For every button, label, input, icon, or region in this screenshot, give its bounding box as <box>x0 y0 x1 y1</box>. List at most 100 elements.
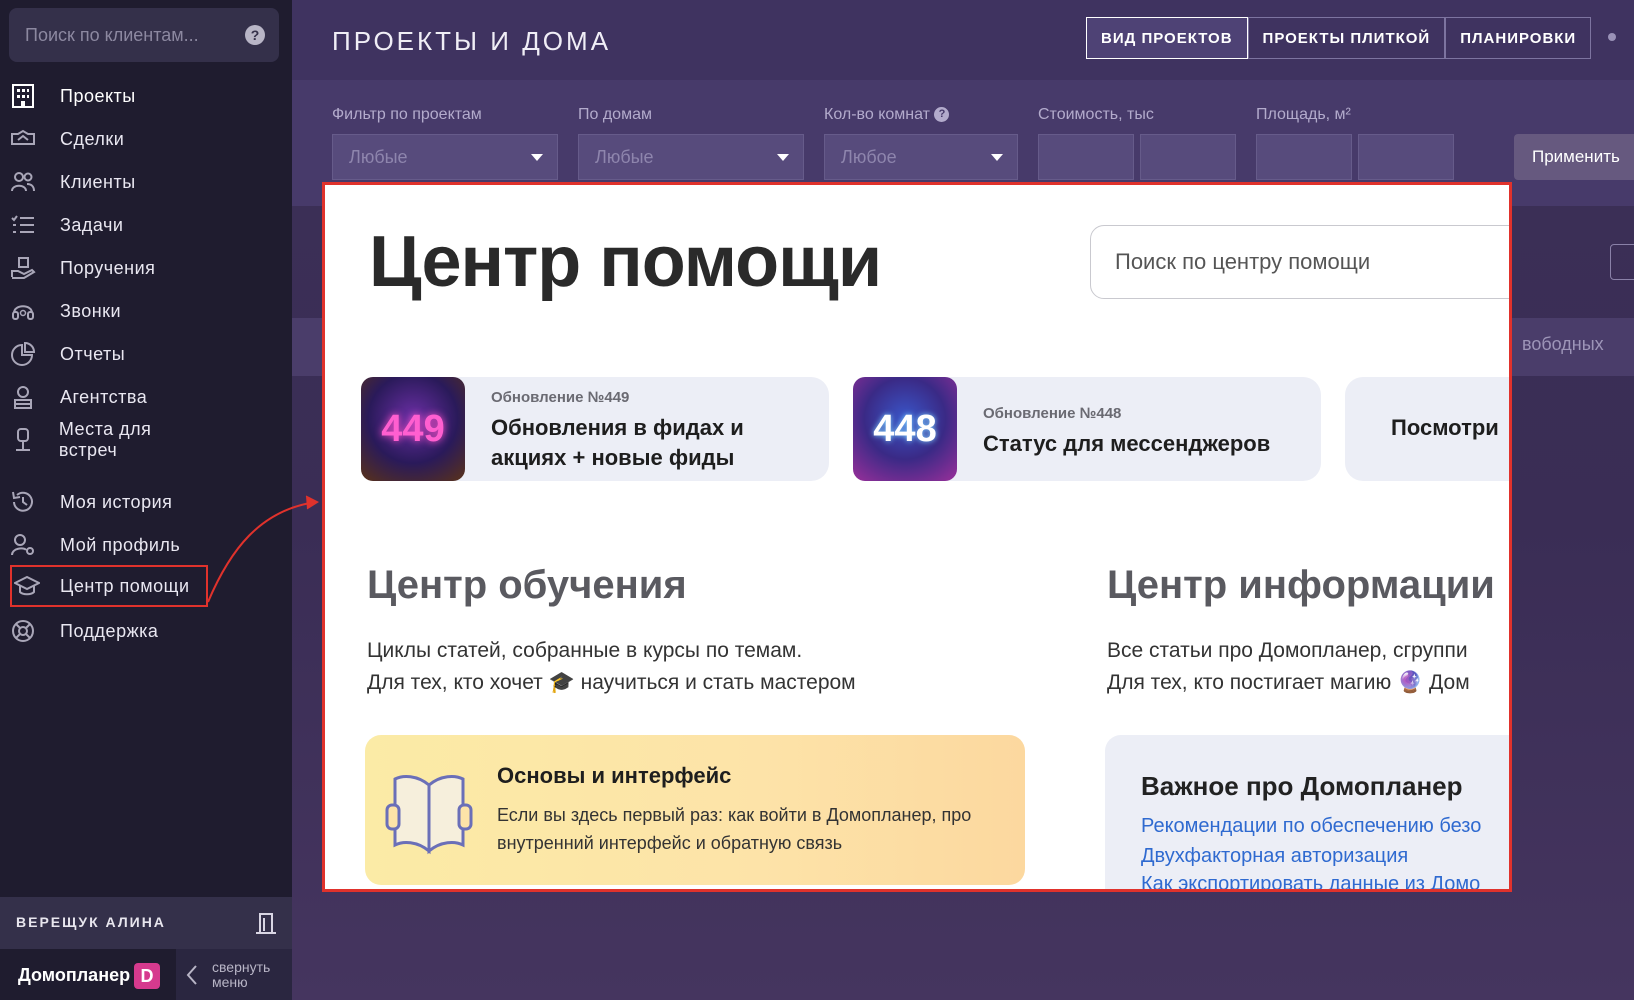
update-more-title: Посмотри <box>1391 415 1499 440</box>
sidebar-item-assignments[interactable]: Поручения <box>10 248 210 288</box>
help-center-panel: Центр помощи 449 Обновление №449 Обновле… <box>322 182 1512 892</box>
filter-projects-select[interactable]: Любые <box>332 134 558 180</box>
sidebar-item-label: Клиенты <box>60 171 136 192</box>
sidebar-item-reports[interactable]: Отчеты <box>10 334 210 374</box>
tab-projects-view[interactable]: ВИД ПРОЕКТОВ <box>1086 17 1248 59</box>
filter-area-to-input[interactable] <box>1358 134 1454 180</box>
info-center-title: Центр информации <box>1107 563 1495 607</box>
learning-center-desc-1: Циклы статей, собранные в курсы по темам… <box>367 639 803 662</box>
sidebar-item-projects[interactable]: Проекты <box>10 76 210 116</box>
filter-houses-label: По домам <box>578 106 652 123</box>
user-bar[interactable]: ВЕРЕЩУК АЛИНА <box>0 897 292 949</box>
info-center-desc-2: Для тех, кто постигает магию 🔮 Дом <box>1107 671 1470 694</box>
info-link-2fa[interactable]: Двухфакторная авторизация <box>1141 845 1408 868</box>
update-448-number: 448 <box>873 408 937 450</box>
filter-projects-value: Любые <box>349 146 408 167</box>
sidebar-item-help-center[interactable]: Центр помощи <box>10 565 208 607</box>
annotation-arrow-icon <box>207 495 320 603</box>
filter-rooms-label: Кол-во комнат ? <box>824 106 950 124</box>
filter-cost-to-input[interactable] <box>1140 134 1236 180</box>
sidebar-item-agencies[interactable]: Агентства <box>10 377 210 417</box>
filter-projects-label: Фильтр по проектам <box>332 106 482 123</box>
checklist-icon <box>10 211 44 239</box>
hand-task-icon <box>10 254 44 282</box>
info-card-title: Важное про Домопланер <box>1141 771 1463 801</box>
sidebar-item-calls[interactable]: Звонки <box>10 291 210 331</box>
more-menu-icon[interactable] <box>1608 33 1616 41</box>
sidebar-item-label: Сделки <box>60 128 125 149</box>
open-book-icon <box>385 775 473 855</box>
filter-area-label: Площадь, м² <box>1256 106 1351 123</box>
brand-name: Домопланер <box>18 965 131 985</box>
sidebar-item-meeting-places[interactable]: Места для встреч <box>10 419 210 460</box>
sidebar-item-deals[interactable]: Сделки <box>10 119 210 159</box>
agent-icon <box>10 383 44 411</box>
building-icon[interactable] <box>254 911 278 935</box>
apply-filters-button[interactable]: Применить <box>1514 134 1634 180</box>
view-tabs: ВИД ПРОЕКТОВ ПРОЕКТЫ ПЛИТКОЙ ПЛАНИРОВКИ <box>1086 17 1592 59</box>
handshake-icon <box>10 125 44 153</box>
sidebar-item-label: Агентства <box>60 386 148 407</box>
sidebar-item-my-profile[interactable]: Мой профиль <box>10 525 210 565</box>
graduation-cap-icon <box>14 572 48 600</box>
update-449-number: 449 <box>381 408 445 450</box>
building-grid-icon <box>10 82 44 110</box>
filter-houses-value: Любые <box>595 146 654 167</box>
filter-cost-from-input[interactable] <box>1038 134 1134 180</box>
meeting-place-icon <box>10 426 43 454</box>
help-center-title: Центр помощи <box>369 222 882 302</box>
update-449-title: Обновления в фидах и акциях + новые фиды <box>491 415 744 470</box>
client-search-input[interactable] <box>9 8 237 62</box>
lifebuoy-icon <box>10 617 44 645</box>
sidebar-item-label: Поручения <box>60 257 156 278</box>
help-center-search-input[interactable] <box>1091 226 1509 298</box>
chevron-left-icon <box>186 964 197 985</box>
sidebar-item-clients[interactable]: Клиенты <box>10 162 210 202</box>
brand-logo: D <box>134 963 160 989</box>
tab-projects-tiles[interactable]: ПРОЕКТЫ ПЛИТКОЙ <box>1247 17 1446 59</box>
sidebar-item-label: Поддержка <box>60 620 159 641</box>
headset-icon <box>10 297 44 325</box>
collapse-menu-label: свернуть меню <box>212 958 271 990</box>
main-header: ПРОЕКТЫ И ДОМА ВИД ПРОЕКТОВ ПРОЕКТЫ ПЛИТ… <box>292 0 1634 80</box>
update-card-449[interactable]: 449 Обновление №449 Обновления в фидах и… <box>361 377 829 481</box>
help-center-search <box>1090 225 1509 299</box>
users-icon <box>10 168 44 196</box>
filter-area-from-input[interactable] <box>1256 134 1352 180</box>
course-card-basics[interactable]: Основы и интерфейс Если вы здесь первый … <box>365 735 1025 885</box>
sidebar-item-my-history[interactable]: Моя история <box>10 482 210 522</box>
sidebar-item-label: Моя история <box>60 491 173 512</box>
sidebar-item-label: Отчеты <box>60 343 126 364</box>
background-edit-button[interactable] <box>1610 244 1634 280</box>
sidebar-item-label: Центр помощи <box>60 575 190 596</box>
tab-layouts[interactable]: ПЛАНИРОВКИ <box>1445 17 1592 59</box>
caret-down-icon <box>531 154 543 161</box>
filter-rooms-value: Любое <box>841 146 897 167</box>
update-449-image: 449 <box>361 377 465 481</box>
sidebar-item-tasks[interactable]: Задачи <box>10 205 210 245</box>
info-link-security[interactable]: Рекомендации по обеспечению безо <box>1141 815 1481 838</box>
filter-rooms-select[interactable]: Любое <box>824 134 1018 180</box>
update-448-image: 448 <box>853 377 957 481</box>
caret-down-icon <box>991 154 1003 161</box>
filter-houses-select[interactable]: Любые <box>578 134 804 180</box>
update-card-448[interactable]: 448 Обновление №448 Статус для мессендже… <box>853 377 1321 481</box>
sidebar-item-label: Задачи <box>60 214 124 235</box>
sidebar-item-label: Места для встреч <box>58 419 152 460</box>
help-icon[interactable]: ? <box>245 25 265 45</box>
update-449-kicker: Обновление №449 <box>491 389 630 406</box>
profile-settings-icon <box>10 531 44 559</box>
client-search-box: ? <box>9 8 279 62</box>
background-free-text: вободных <box>1522 334 1604 354</box>
sidebar-item-label: Проекты <box>60 85 136 106</box>
sidebar-item-label: Мой профиль <box>60 534 181 555</box>
update-card-more[interactable]: Посмотри <box>1345 377 1509 481</box>
help-icon[interactable]: ? <box>934 107 950 123</box>
sidebar-item-support[interactable]: Поддержка <box>10 611 210 651</box>
history-icon <box>10 488 44 516</box>
caret-down-icon <box>777 154 789 161</box>
sidebar-item-label: Звонки <box>60 300 122 321</box>
info-center-desc-1: Все статьи про Домопланер, сгруппи <box>1107 639 1468 662</box>
info-link-export[interactable]: Как экспортировать данные из Домо <box>1141 873 1480 889</box>
collapse-menu-button[interactable]: свернуть меню <box>176 949 292 1000</box>
